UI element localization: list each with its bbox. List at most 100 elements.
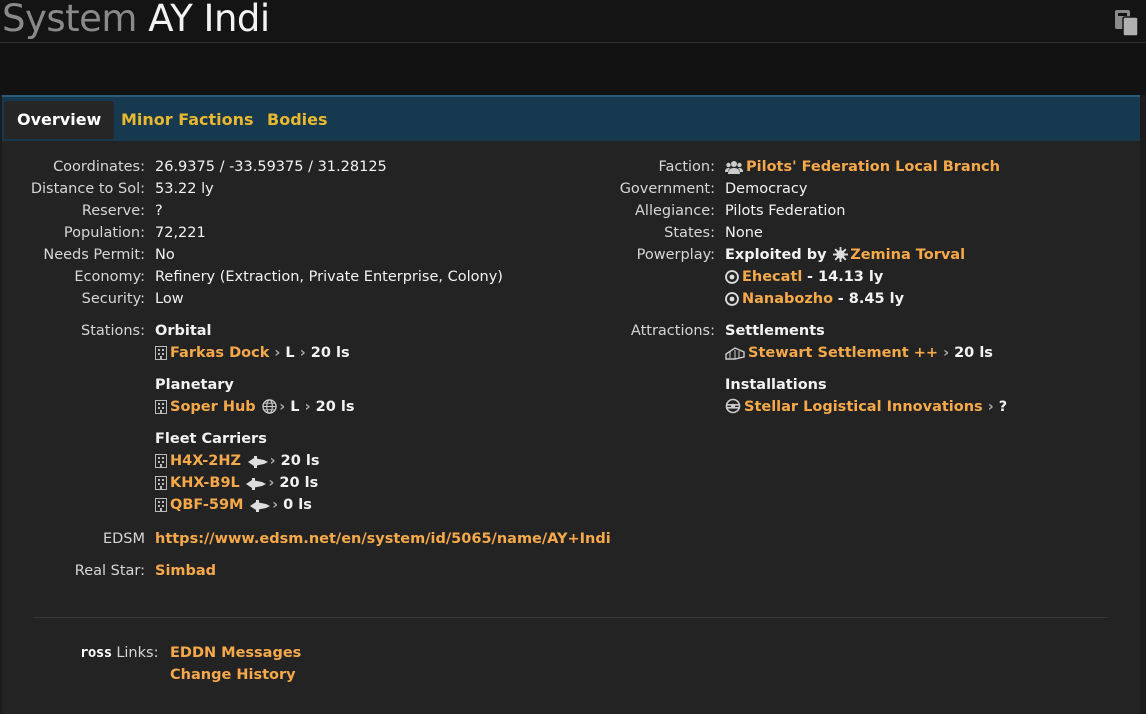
system-name: AY Indi [148,0,270,40]
security-value: Low [155,291,184,307]
eddn-messages-link[interactable]: EDDN Messages [170,643,301,663]
building-icon [155,476,167,490]
title-prefix: System [2,0,137,40]
carrier-link[interactable]: H4X-2HZ [170,453,241,469]
chevron-right-icon: › [938,345,955,361]
globe-icon [262,399,277,414]
carrier-link[interactable]: KHX-B9L [170,475,240,491]
installation-icon [725,398,741,414]
power-source-row: Ehecatl - 14.13 ly [725,267,883,287]
states-value: None [725,225,763,241]
power-source-row: Nanabozho - 8.45 ly [725,289,904,309]
settlement-link[interactable]: Stewart Settlement ++ [748,345,938,361]
page-title: System AY Indi [2,0,270,40]
power-emblem-icon [833,247,849,262]
station-row: Soper Hub › L › 20 ls [155,397,354,417]
chevron-right-icon: › [268,475,280,491]
population-label: Population: [63,225,145,241]
power-source-link[interactable]: Nanabozho [742,291,833,307]
divider [33,617,1108,618]
links-label-row: ross Links: [80,643,158,663]
power-source-link[interactable]: Ehecatl [742,269,802,285]
tab-overview[interactable]: Overview [4,101,115,139]
installation-row: Stellar Logistical Innovations › ? [725,397,1007,417]
installation-link[interactable]: Stellar Logistical Innovations [744,399,983,415]
power-source-distance: - 14.13 ly [806,269,884,285]
station-link[interactable]: Soper Hub [170,399,256,415]
fleet-carrier-icon [246,478,267,490]
settlements-heading: Settlements [725,323,825,339]
edsm-link[interactable]: https://www.edsm.net/en/system/id/5065/n… [155,529,611,549]
carrier-distance: 20 ls [279,475,319,491]
government-value: Democracy [725,181,808,197]
powerplay-status: Exploited by [725,247,827,263]
distance-value: 53.22 ly [155,181,214,197]
chevron-right-icon: › [279,399,291,415]
permit-value: No [155,247,175,263]
fleet-carrier-icon [250,500,271,512]
real-star-label: Real Star: [74,563,145,579]
coordinates-label: Coordinates: [53,159,145,175]
carrier-link[interactable]: QBF-59M [170,497,243,513]
clipboard-icon[interactable] [1114,9,1140,37]
security-label: Security: [81,291,145,307]
economy-label: Economy: [74,269,145,285]
station-row: Farkas Dock › L › 20 ls [155,343,350,363]
chevron-right-icon: › [269,345,286,361]
settlement-distance: 20 ls [954,345,993,361]
permit-label: Needs Permit: [43,247,145,263]
reserve-value: ? [155,203,163,219]
target-icon [725,292,739,306]
installation-distance: ? [998,399,1008,415]
chevron-right-icon: › [272,497,284,513]
tab-minor-factions[interactable]: Minor Factions [108,105,267,135]
chevron-right-icon: › [294,345,311,361]
stations-label: Stations: [81,323,145,339]
installations-heading: Installations [725,377,827,393]
station-size: L [290,399,300,415]
carrier-row: H4X-2HZ › 20 ls [155,451,319,471]
allegiance-value: Pilots Federation [725,203,846,219]
header-band [0,43,1146,95]
planetary-heading: Planetary [155,377,234,393]
allegiance-label: Allegiance: [635,203,715,219]
fleet-carrier-icon [247,456,268,468]
page-header: System AY Indi [0,0,1146,43]
carrier-row: KHX-B9L › 20 ls [155,473,318,493]
station-distance: 20 ls [315,399,355,415]
building-icon [155,498,167,512]
station-size: L [285,345,295,361]
population-value: 72,221 [155,225,206,241]
tab-bar: Overview Minor Factions Bodies [2,95,1140,143]
government-label: Government: [619,181,715,197]
faction-link[interactable]: Pilots' Federation Local Branch [746,159,1000,175]
power-source-distance: - 8.45 ly [837,291,905,307]
powerplay-row: Exploited by Zemina Torval [725,245,965,265]
building-icon [155,454,167,468]
links-label: Links: [116,645,159,661]
building-icon [155,346,167,360]
tab-bodies[interactable]: Bodies [254,105,341,135]
chevron-right-icon: › [982,399,999,415]
simbad-link[interactable]: Simbad [155,561,216,581]
reserve-label: Reserve: [81,203,145,219]
chevron-right-icon: › [269,453,281,469]
economy-value: Refinery (Extraction, Private Enterprise… [155,269,503,285]
ross-logo: ross [80,645,112,661]
power-link[interactable]: Zemina Torval [850,247,965,263]
chevron-right-icon: › [299,399,316,415]
edsm-label: EDSM [102,531,145,547]
users-icon [725,161,743,174]
carrier-distance: 0 ls [283,497,312,513]
carriers-heading: Fleet Carriers [155,431,267,447]
station-link[interactable]: Farkas Dock [170,345,269,361]
coordinates-value: 26.9375 / -33.59375 / 31.28125 [155,159,387,175]
target-icon [725,270,739,284]
distance-label: Distance to Sol: [30,181,145,197]
settlement-icon [725,347,745,360]
change-history-link[interactable]: Change History [170,665,296,685]
powerplay-label: Powerplay: [636,247,715,263]
building-icon [155,400,167,414]
carrier-distance: 20 ls [280,453,320,469]
faction-row: Pilots' Federation Local Branch [725,157,1000,177]
